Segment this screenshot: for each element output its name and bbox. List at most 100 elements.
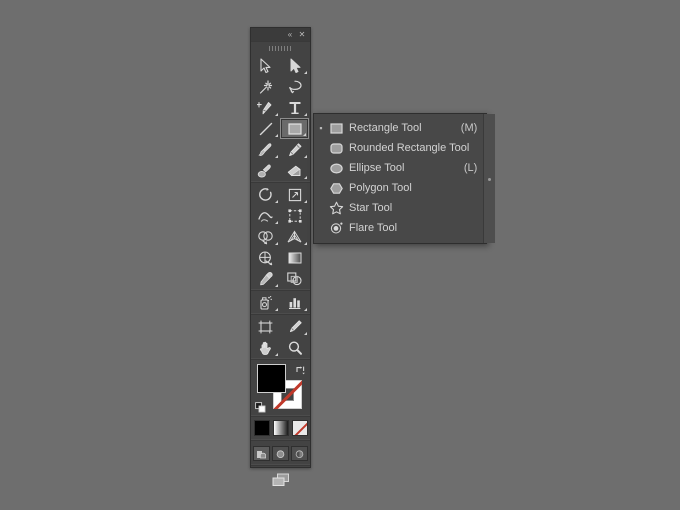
tool-row <box>251 184 310 205</box>
flyout-indicator <box>304 242 307 245</box>
tool-row <box>251 205 310 226</box>
rectangle-icon <box>326 122 346 135</box>
slice-tool-icon[interactable] <box>280 316 309 337</box>
flyout-indicator <box>275 155 278 158</box>
flyout-item-star-tool[interactable]: Star Tool <box>314 198 483 218</box>
flyout-item-list: ▪ Rectangle Tool (M) Rounded Rectangle T… <box>314 114 483 243</box>
star-icon <box>326 201 346 215</box>
flyout-item-polygon-tool[interactable]: Polygon Tool <box>314 178 483 198</box>
rounded-rectangle-icon <box>326 142 346 155</box>
flare-icon <box>326 221 346 235</box>
flyout-item-label: Star Tool <box>346 202 469 214</box>
tool-row <box>251 55 310 76</box>
tool-row <box>251 268 310 289</box>
rotate-tool-icon[interactable] <box>251 184 280 205</box>
default-fill-stroke-icon[interactable] <box>255 400 266 411</box>
tool-row <box>251 160 310 181</box>
gradient-mode-button[interactable] <box>273 420 289 436</box>
blend-tool-icon[interactable] <box>280 268 309 289</box>
flyout-indicator <box>275 308 278 311</box>
flyout-item-ellipse-tool[interactable]: Ellipse Tool (L) <box>314 158 483 178</box>
flyout-indicator <box>275 284 278 287</box>
tool-row <box>251 97 310 118</box>
flyout-indicator <box>275 113 278 116</box>
pencil-tool-icon[interactable] <box>280 139 309 160</box>
blob-brush-tool-icon[interactable] <box>251 160 280 181</box>
flyout-indicator <box>275 200 278 203</box>
tool-row <box>251 316 310 337</box>
flyout-indicator <box>304 176 307 179</box>
flyout-indicator <box>275 353 278 356</box>
change-screen-mode-button[interactable] <box>269 471 293 488</box>
tool-row <box>251 139 310 160</box>
pen-tool-icon[interactable] <box>251 97 280 118</box>
flyout-indicator <box>304 200 307 203</box>
rectangle-tool-icon[interactable] <box>280 118 309 139</box>
column-graph-tool-icon[interactable] <box>280 292 309 313</box>
polygon-icon <box>326 182 346 195</box>
flyout-item-label: Rounded Rectangle Tool <box>346 142 469 154</box>
type-tool-icon[interactable] <box>280 97 309 118</box>
flyout-indicator <box>275 134 278 137</box>
tear-off-strip[interactable] <box>483 114 495 243</box>
flyout-indicator <box>304 308 307 311</box>
shape-builder-tool-icon[interactable] <box>251 226 280 247</box>
tools-panel-titlebar[interactable]: « ✕ <box>251 28 310 42</box>
symbol-sprayer-tool-icon[interactable] <box>251 292 280 313</box>
tool-row <box>251 76 310 97</box>
flyout-item-rectangle-tool[interactable]: ▪ Rectangle Tool (M) <box>314 118 483 138</box>
flyout-indicator <box>304 332 307 335</box>
hand-tool-icon[interactable] <box>251 337 280 358</box>
color-mode-row <box>251 416 310 440</box>
fill-color[interactable] <box>257 364 286 393</box>
gradient-tool-icon[interactable] <box>280 247 309 268</box>
mesh-tool-icon[interactable] <box>251 247 280 268</box>
flyout-indicator <box>304 155 307 158</box>
none-mode-button[interactable] <box>292 420 308 436</box>
scale-tool-icon[interactable] <box>280 184 309 205</box>
flyout-indicator <box>303 133 306 136</box>
flyout-item-rounded-rectangle-tool[interactable]: Rounded Rectangle Tool <box>314 138 483 158</box>
eraser-tool-icon[interactable] <box>280 160 309 181</box>
rectangle-tool-flyout: ▪ Rectangle Tool (M) Rounded Rectangle T… <box>313 113 487 244</box>
tool-row <box>251 118 310 139</box>
flyout-item-flare-tool[interactable]: Flare Tool <box>314 218 483 238</box>
flyout-item-label: Ellipse Tool <box>346 162 456 174</box>
tool-row <box>251 337 310 358</box>
color-mode-button[interactable] <box>254 420 270 436</box>
artboard-tool-icon[interactable] <box>251 316 280 337</box>
paintbrush-tool-icon[interactable] <box>251 139 280 160</box>
magic-wand-tool-icon[interactable] <box>251 76 280 97</box>
selection-tool-icon[interactable] <box>251 55 280 76</box>
flyout-item-label: Flare Tool <box>346 222 469 234</box>
tool-row <box>251 292 310 313</box>
swap-fill-stroke-icon[interactable] <box>295 362 306 373</box>
flyout-item-shortcut: (L) <box>456 162 479 174</box>
tool-row <box>251 226 310 247</box>
free-transform-tool-icon[interactable] <box>280 205 309 226</box>
tool-group-selection <box>251 54 310 182</box>
tool-group-artboard-navigation <box>251 314 310 359</box>
draw-behind-button[interactable] <box>272 446 289 461</box>
tool-row <box>251 247 310 268</box>
color-swatch-area <box>251 359 310 416</box>
ellipse-icon <box>326 162 346 175</box>
selected-bullet-icon: ▪ <box>316 124 326 133</box>
perspective-grid-tool-icon[interactable] <box>280 226 309 247</box>
zoom-tool-icon[interactable] <box>280 337 309 358</box>
line-segment-tool-icon[interactable] <box>251 118 280 139</box>
width-tool-icon[interactable] <box>251 205 280 226</box>
drag-grip-icon[interactable] <box>251 42 310 54</box>
close-icon[interactable]: ✕ <box>297 30 307 40</box>
flyout-indicator <box>275 221 278 224</box>
direct-selection-tool-icon[interactable] <box>280 55 309 76</box>
flyout-item-shortcut: (M) <box>453 122 480 134</box>
flyout-indicator <box>304 113 307 116</box>
lasso-tool-icon[interactable] <box>280 76 309 97</box>
draw-mode-row <box>251 440 310 465</box>
double-chevron-left-icon[interactable]: « <box>285 30 295 40</box>
flyout-item-label: Polygon Tool <box>346 182 469 194</box>
draw-normal-button[interactable] <box>253 446 270 461</box>
eyedropper-tool-icon[interactable] <box>251 268 280 289</box>
draw-inside-button[interactable] <box>291 446 308 461</box>
